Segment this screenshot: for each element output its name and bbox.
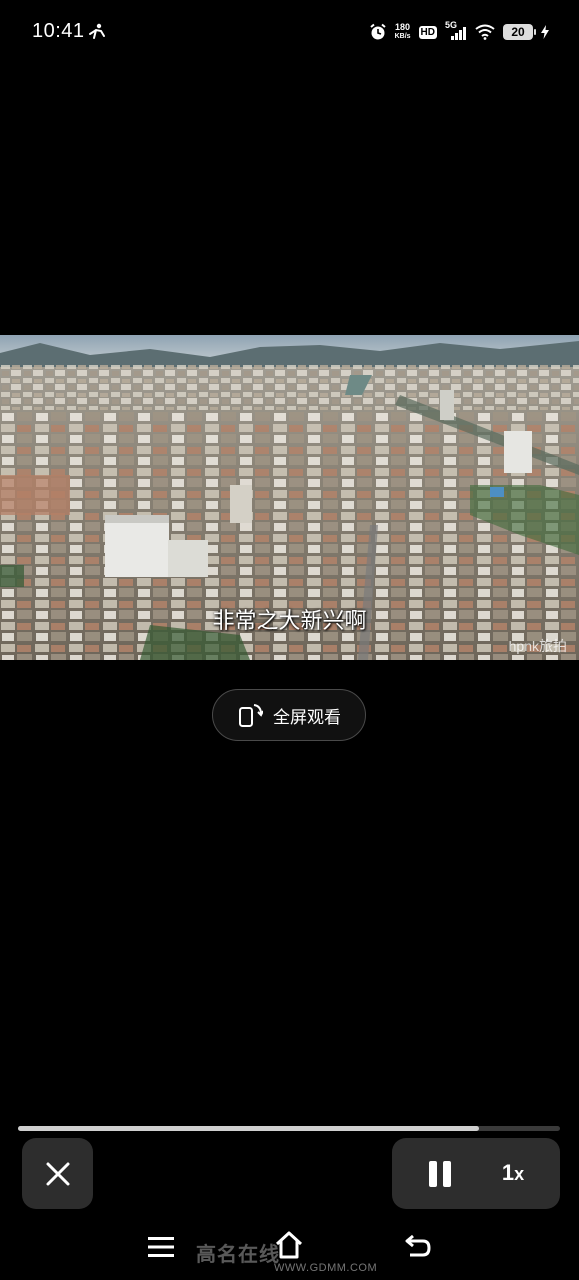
wifi-icon [475, 24, 495, 40]
close-icon [46, 1162, 69, 1185]
playback-speed-value: 1 [501, 1160, 515, 1185]
status-time: 10:41 [32, 20, 85, 42]
battery-icon: 20 [503, 24, 536, 40]
fullscreen-button-label: 全屏观看 [273, 707, 341, 727]
signal-icon: 5G [445, 20, 467, 41]
playback-controls: 1x [392, 1138, 560, 1209]
network-speed-unit: KB/s [394, 33, 411, 40]
home-icon[interactable] [274, 1230, 304, 1260]
fullscreen-button[interactable]: 全屏观看 [212, 689, 366, 741]
playback-progress-bar[interactable] [18, 1126, 560, 1131]
overlay-watermark: 高名在线 [196, 1244, 280, 1266]
status-icons: 180 KB/s HD 5G 20 [369, 18, 549, 46]
back-icon[interactable] [404, 1232, 432, 1258]
charging-icon [541, 25, 549, 39]
playback-speed-unit: x [514, 1164, 525, 1184]
video-player[interactable]: 非常之大新兴啊 hpnk旅拍 [0, 335, 579, 660]
playback-speed-button[interactable]: 1x [488, 1156, 538, 1190]
playback-progress-fill [18, 1126, 479, 1131]
overlay-watermark-url: WWW.GDMM.COM [274, 1262, 378, 1274]
battery-level: 20 [511, 25, 525, 39]
network-speed-value: 180 [395, 22, 411, 32]
close-button[interactable] [22, 1138, 93, 1209]
rotate-screen-icon [239, 704, 263, 727]
pause-icon [429, 1161, 451, 1187]
network-speed: 180 KB/s [395, 23, 411, 41]
pause-button[interactable] [422, 1158, 458, 1190]
system-nav-bar: 高名在线 WWW.GDMM.COM [0, 1216, 579, 1280]
alarm-icon [369, 23, 386, 40]
hd-icon: HD [418, 25, 437, 39]
video-subtitle: 非常之大新兴啊 [212, 608, 367, 633]
person-icon [89, 23, 105, 39]
menu-icon[interactable] [148, 1236, 174, 1258]
video-watermark: hpnk旅拍 [508, 638, 567, 654]
status-bar: 10:41 180 KB/s HD 5G 20 [0, 0, 579, 64]
